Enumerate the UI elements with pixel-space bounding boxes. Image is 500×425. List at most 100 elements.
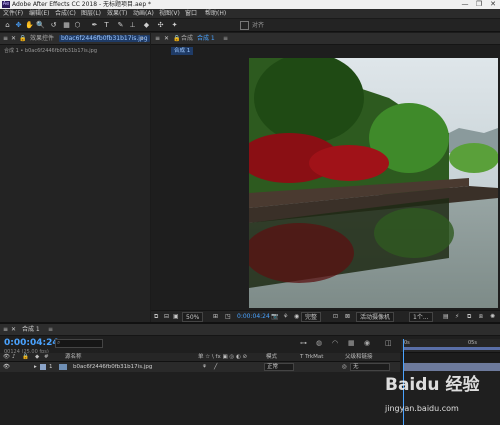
frame-blending-icon[interactable]: ▦ xyxy=(348,339,355,347)
viewer-controls: ⧉ ⊟ ▣ 50% ⊞ ◳ 0:00:04:24 📷 ⚘ ◉ 完整 ⊡ ⊠ 活动… xyxy=(151,310,500,322)
switches-header[interactable]: 单 ☆ \ fx ▣ ◎ ◐ ⊘ xyxy=(198,353,247,362)
pen-tool-icon[interactable]: ✒ xyxy=(90,21,99,30)
camera-dropdown[interactable]: 活动摄像机 xyxy=(356,312,395,322)
shy-layers-icon[interactable]: ◠ xyxy=(332,339,338,347)
pan-behind-tool-icon[interactable]: ⬡ xyxy=(73,21,82,30)
align-label: 对齐 xyxy=(252,22,265,29)
project-panel-header: ≡ ✕ 🔒 效果控件 b0ac6f2446fb0fb31b17is.jpg » xyxy=(0,33,150,45)
views-dropdown[interactable]: 1个... xyxy=(409,312,433,322)
menu-layer[interactable]: 图层(L) xyxy=(81,9,101,19)
audio-switch-header-icon[interactable]: ♪ xyxy=(12,353,16,362)
work-area-bar[interactable] xyxy=(404,347,500,350)
timeline-current-time[interactable]: 0:00:04:24 xyxy=(4,338,59,348)
panel-menu-icon[interactable]: ≡ xyxy=(3,33,8,45)
video-switch-header-icon[interactable]: 👁 xyxy=(3,353,10,362)
hand-tool-icon[interactable]: ✋ xyxy=(25,21,34,30)
menu-composition[interactable]: 合成(C) xyxy=(55,9,76,19)
lock-icon[interactable]: 🔒 xyxy=(19,33,26,45)
source-name-header[interactable]: 源名称 xyxy=(65,353,82,362)
type-tool-icon[interactable]: T xyxy=(102,21,111,30)
effect-controls-file: b0ac6f2446fb0fb31b17is.jpg xyxy=(59,35,150,43)
ruler-mark-label: 05s xyxy=(468,340,477,346)
home-icon[interactable]: ⌂ xyxy=(3,21,12,30)
timeline-header: ≡ ✕ 合成 1 ≡ xyxy=(0,324,500,336)
timeline-track-header xyxy=(401,353,500,362)
composition-menu-icon[interactable]: ≡ xyxy=(223,33,228,45)
menu-animation[interactable]: 动画(A) xyxy=(133,9,154,19)
menu-help[interactable]: 帮助(H) xyxy=(205,9,226,19)
panel-menu-icon[interactable]: ≡ xyxy=(3,324,8,336)
parent-dropdown[interactable]: 无 xyxy=(350,363,390,371)
motion-blur-icon[interactable]: ◉ xyxy=(364,339,370,347)
lock-icon[interactable]: 🔒 xyxy=(173,33,180,45)
tab-effect-controls[interactable]: 效果控件 xyxy=(30,33,54,45)
menu-window[interactable]: 窗口 xyxy=(185,9,197,19)
layer-name[interactable]: b0ac6f2446fb0fb31b17is.jpg xyxy=(73,362,152,372)
mode-header[interactable]: 模式 xyxy=(266,353,277,362)
after-effects-logo-icon: Ae xyxy=(2,1,10,8)
close-tab-icon[interactable]: ✕ xyxy=(11,33,16,45)
effect-controls-subtitle: 合成 1 • b0ac6f2446fb0fb31b17is.jpg xyxy=(4,48,98,54)
roto-brush-tool-icon[interactable]: ✣ xyxy=(156,21,165,30)
pick-whip-icon[interactable]: ◎ xyxy=(342,362,347,372)
eraser-tool-icon[interactable]: ◆ xyxy=(142,21,151,30)
puppet-tool-icon[interactable]: ✦ xyxy=(170,21,179,30)
layer-index: 1 xyxy=(49,364,53,370)
menu-effect[interactable]: 效果(T) xyxy=(107,9,127,19)
panel-overflow-icon[interactable]: » xyxy=(140,33,144,45)
tab-composition[interactable]: 合成 1 xyxy=(197,33,215,45)
trkmat-header[interactable]: T TrkMat xyxy=(300,353,323,362)
search-icon: ⌕ xyxy=(57,339,61,346)
menu-view[interactable]: 视图(V) xyxy=(159,9,180,19)
draft-3d-icon[interactable]: ◍ xyxy=(316,339,322,347)
minimize-icon[interactable]: — xyxy=(458,0,472,9)
close-icon[interactable]: ✕ xyxy=(486,0,500,9)
comp-mini-flowchart-icon[interactable]: ⊶ xyxy=(300,339,307,347)
composition-panel-header: ≡ ✕ 🔒 合成 合成 1 ≡ xyxy=(151,33,500,45)
brush-tool-icon[interactable]: ✎ xyxy=(116,21,125,30)
shy-switch-icon[interactable]: ⚘ xyxy=(202,362,207,372)
timeline-search-input[interactable] xyxy=(55,339,103,348)
layer-number-header-icon[interactable]: # xyxy=(44,353,49,362)
rotate-tool-icon[interactable]: ↺ xyxy=(49,21,58,30)
window-title: Adobe After Effects CC 2018 - 无标题项目.aep … xyxy=(12,1,152,8)
title-bar: Ae Adobe After Effects CC 2018 - 无标题项目.a… xyxy=(0,0,500,9)
menu-bar: 文件(F) 编辑(E) 合成(C) 图层(L) 效果(T) 动画(A) 视图(V… xyxy=(0,9,500,19)
resolution-dropdown[interactable]: 完整 xyxy=(301,312,322,322)
timeline-menu-icon[interactable]: ≡ xyxy=(48,324,53,336)
maximize-icon[interactable]: ❐ xyxy=(472,0,486,9)
clone-stamp-tool-icon[interactable]: ⊥ xyxy=(128,21,137,30)
landscape-image-icon xyxy=(249,58,498,308)
quality-switch-icon[interactable]: ╱ xyxy=(214,362,217,372)
camera-tool-icon[interactable]: ▦ xyxy=(62,21,71,30)
time-ruler[interactable]: 0s 05s xyxy=(401,339,500,353)
align-checkbox[interactable] xyxy=(240,21,249,30)
tab-composition-prefix[interactable]: 合成 xyxy=(181,33,193,45)
close-tab-icon[interactable]: ✕ xyxy=(164,33,169,45)
label-color-icon[interactable] xyxy=(40,364,46,370)
watermark-url: jingyan.baidu.com xyxy=(385,404,459,413)
panel-menu-icon[interactable]: ≡ xyxy=(155,33,160,45)
expand-layer-icon[interactable]: ▸ xyxy=(34,362,37,372)
label-header-icon[interactable]: ◆ xyxy=(35,353,39,362)
timeline-column-headers: 👁 ♪ 🔒 ◆ # 源名称 单 ☆ \ fx ▣ ◎ ◐ ⊘ 模式 T TrkM… xyxy=(0,353,400,362)
tab-timeline-composition[interactable]: 合成 1 xyxy=(22,324,40,336)
selection-tool-icon[interactable]: ✥ xyxy=(14,21,23,30)
effect-controls-file-name: b0ac6f2446fb0fb31b17is.jpg xyxy=(59,35,150,42)
ruler-start-label: 0s xyxy=(404,340,410,346)
zoom-dropdown[interactable]: 50% xyxy=(182,312,204,322)
parent-header[interactable]: 父级和链接 xyxy=(345,353,373,362)
menu-edit[interactable]: 编辑(E) xyxy=(29,9,49,19)
project-panel: ≡ ✕ 🔒 效果控件 b0ac6f2446fb0fb31b17is.jpg » … xyxy=(0,33,150,322)
tool-bar: ⌂ ✥ ✋ 🔍 ↺ ▦ ⬡ ✒ T ✎ ⊥ ◆ ✣ ✦ 对齐 xyxy=(0,19,500,32)
blend-mode-dropdown[interactable]: 正常 xyxy=(264,363,294,371)
graph-editor-icon[interactable]: ◫ xyxy=(385,339,392,347)
zoom-tool-icon[interactable]: 🔍 xyxy=(36,21,45,30)
menu-file[interactable]: 文件(F) xyxy=(3,9,23,19)
layer-row[interactable]: 👁 ▸ 1 b0ac6f2446fb0fb31b17is.jpg ⚘ ╱ 正常 … xyxy=(0,362,400,372)
close-tab-icon[interactable]: ✕ xyxy=(11,324,16,336)
watermark-logo-text: Baidu 经验 xyxy=(385,375,480,395)
composition-breadcrumb[interactable]: 合成 1 xyxy=(171,47,194,55)
lock-header-icon[interactable]: 🔒 xyxy=(22,353,29,362)
visibility-eye-icon[interactable]: 👁 xyxy=(3,362,10,372)
